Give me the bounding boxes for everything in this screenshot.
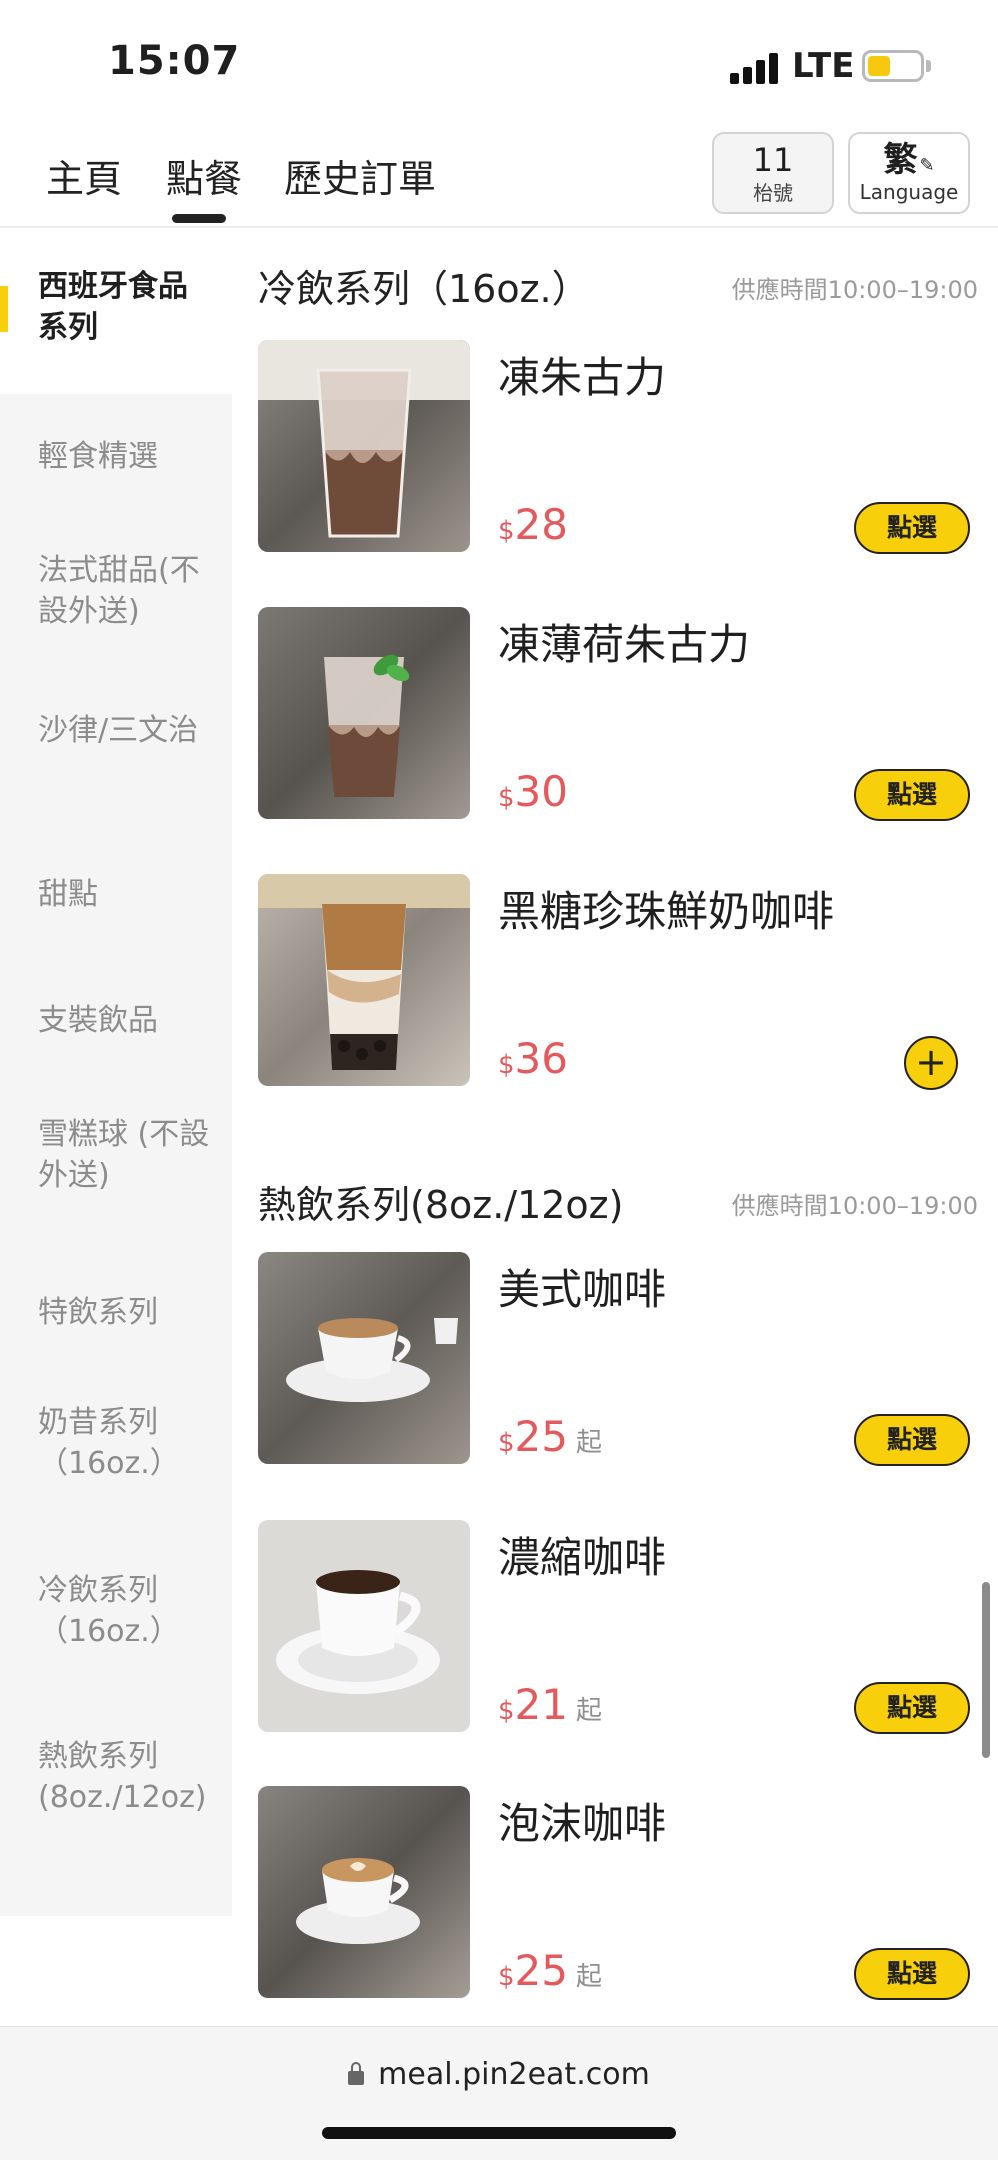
category-label: 冷飲系列（16oz.）	[38, 1573, 180, 1649]
category-specialty-drinks[interactable]: 特飲系列	[0, 1250, 232, 1374]
item-name: 美式咖啡	[498, 1265, 667, 1314]
pencil-icon: ✎	[919, 155, 935, 176]
section-title: 熱飲系列(8oz./12oz)	[258, 1183, 624, 1227]
url-field[interactable]: meal.pin2eat.com	[0, 2057, 998, 2092]
table-number: 11	[752, 141, 794, 179]
category-french-desserts[interactable]: 法式甜品(不設外送)	[0, 520, 232, 688]
section-header-hot-drinks: 熱飲系列(8oz./12oz) 供應時間10:00–19:00	[258, 1174, 978, 1227]
category-label: 輕食精選	[38, 439, 158, 474]
item-price: $30	[498, 767, 568, 816]
status-time: 15:07	[108, 38, 241, 84]
url-text: meal.pin2eat.com	[378, 2057, 650, 2092]
item-name: 凍薄荷朱古力	[498, 620, 751, 669]
category-label: 熱飲系列(8oz./12oz)	[38, 1739, 207, 1815]
home-indicator[interactable]	[322, 2127, 676, 2139]
lock-icon	[348, 2062, 365, 2085]
menu-item[interactable]: 凍薄荷朱古力 $30 點選	[258, 607, 970, 821]
table-label: 枱號	[753, 181, 793, 205]
select-button[interactable]: 點選	[854, 769, 970, 821]
category-label: 特飲系列	[38, 1295, 158, 1330]
category-label: 西班牙食品系列	[38, 269, 188, 345]
section-hours: 供應時間10:00–19:00	[731, 276, 978, 304]
menu-item[interactable]: 濃縮咖啡 $21 起 點選	[258, 1520, 970, 1734]
language-label: Language	[859, 180, 959, 204]
category-bottled-drinks[interactable]: 支裝飲品	[0, 958, 232, 1084]
category-label: 沙律/三文治	[38, 713, 199, 748]
status-bar: 15:07 LTE	[0, 0, 998, 120]
select-button[interactable]: 點選	[854, 1682, 970, 1734]
signal-icon	[730, 52, 780, 84]
section-header-cold-drinks: 冷飲系列（16oz.） 供應時間10:00–19:00	[258, 258, 978, 311]
espresso-image	[258, 1520, 470, 1732]
item-price: $25 起	[498, 1412, 603, 1461]
cappuccino-image	[258, 1786, 470, 1998]
americano-image	[258, 1252, 470, 1464]
language-button[interactable]: 繁 ✎ Language	[848, 132, 970, 214]
menu-item[interactable]: 泡沫咖啡 $25 起 點選	[258, 1786, 970, 2000]
table-number-box[interactable]: 11 枱號	[712, 132, 834, 214]
section-hours: 供應時間10:00–19:00	[731, 1192, 978, 1220]
category-sidebar: 西班牙食品系列 輕食精選 法式甜品(不設外送) 沙律/三文治 甜點 支裝飲品 雪…	[0, 230, 232, 1916]
battery-icon	[862, 50, 924, 82]
section-title: 冷飲系列（16oz.）	[258, 267, 590, 311]
select-button[interactable]: 點選	[854, 1948, 970, 2000]
category-spanish-food[interactable]: 西班牙食品系列	[0, 230, 232, 394]
category-label: 奶昔系列（16oz.）	[38, 1405, 180, 1481]
category-ice-cream[interactable]: 雪糕球 (不設外送)	[0, 1084, 232, 1250]
item-name: 凍朱古力	[498, 353, 667, 402]
category-cold-drinks[interactable]: 冷飲系列（16oz.）	[0, 1542, 232, 1706]
select-button[interactable]: 點選	[854, 1414, 970, 1466]
tab-order[interactable]: 點餐	[166, 148, 242, 203]
tab-home[interactable]: 主頁	[46, 148, 122, 203]
category-label: 甜點	[38, 877, 98, 912]
product-list: 冷飲系列（16oz.） 供應時間10:00–19:00 凍朱古力 $28 點選	[232, 230, 998, 2024]
item-price: $36	[498, 1034, 568, 1083]
active-tab-indicator	[172, 214, 226, 223]
category-label: 支裝飲品	[38, 1003, 158, 1038]
network-label: LTE	[792, 46, 855, 86]
category-hot-drinks[interactable]: 熱飲系列(8oz./12oz)	[0, 1706, 232, 1916]
category-desserts[interactable]: 甜點	[0, 832, 232, 958]
plus-icon: +	[915, 1040, 947, 1084]
menu-item[interactable]: 黑糖珍珠鮮奶咖啡 $36 +	[258, 874, 970, 1090]
battery-tip	[926, 60, 931, 72]
browser-url-bar: meal.pin2eat.com	[0, 2026, 998, 2160]
brown-sugar-boba-coffee-image	[258, 874, 470, 1086]
top-navigation: 主頁 點餐 歷史訂單 11 枱號 繁 ✎ Language	[0, 120, 998, 228]
category-milkshakes[interactable]: 奶昔系列（16oz.）	[0, 1374, 232, 1542]
menu-item[interactable]: 美式咖啡 $25 起 點選	[258, 1252, 970, 1466]
select-button[interactable]: 點選	[854, 502, 970, 554]
category-salad-sandwich[interactable]: 沙律/三文治	[0, 688, 232, 832]
add-item-button[interactable]: +	[904, 1036, 958, 1090]
item-price: $21 起	[498, 1680, 603, 1729]
language-current: 繁	[883, 140, 918, 180]
tab-order-history[interactable]: 歷史訂單	[284, 148, 436, 203]
item-price: $25 起	[498, 1946, 603, 1995]
item-name: 黑糖珍珠鮮奶咖啡	[498, 887, 835, 936]
iced-chocolate-image	[258, 340, 470, 552]
item-name: 泡沫咖啡	[498, 1799, 667, 1848]
menu-item[interactable]: 凍朱古力 $28 點選	[258, 340, 970, 554]
category-light-meals[interactable]: 輕食精選	[0, 394, 232, 520]
iced-mint-chocolate-image	[258, 607, 470, 819]
scrollbar[interactable]	[982, 1582, 990, 1758]
active-category-marker	[0, 286, 8, 332]
item-name: 濃縮咖啡	[498, 1533, 667, 1582]
category-label: 法式甜品(不設外送)	[38, 553, 200, 629]
item-price: $28	[498, 500, 568, 549]
category-label: 雪糕球 (不設外送)	[38, 1117, 210, 1193]
